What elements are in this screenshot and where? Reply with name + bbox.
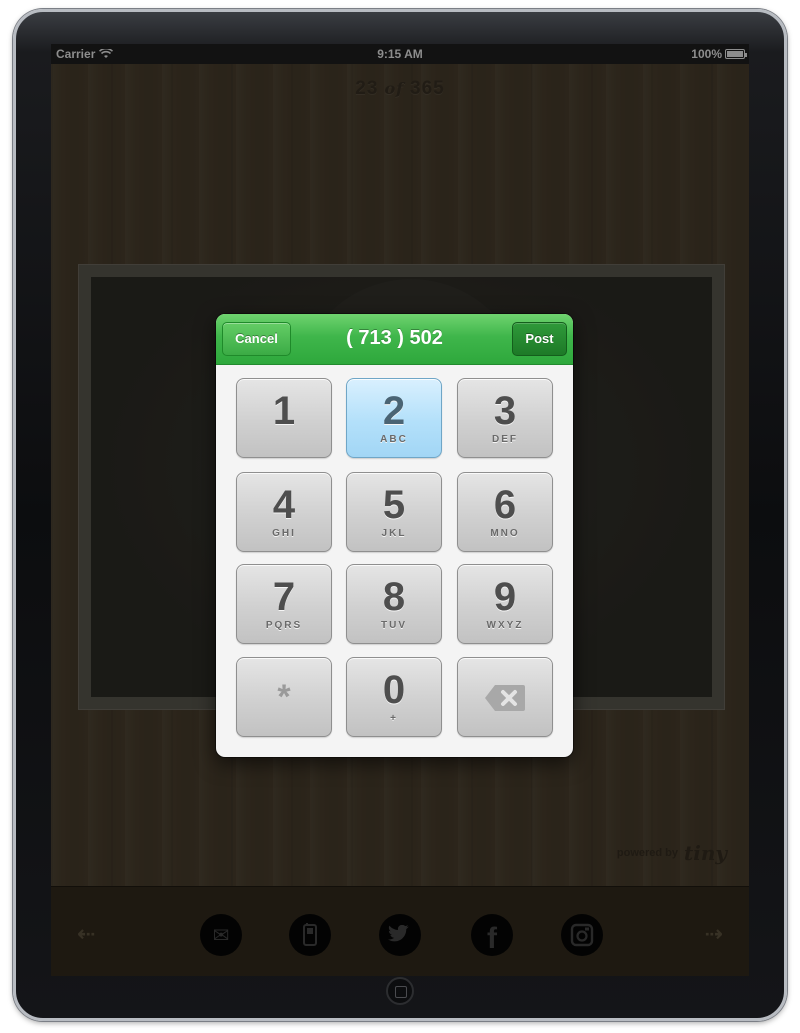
post-button[interactable]: Post [512, 322, 567, 356]
key-letters: WXYZ [486, 620, 524, 631]
key-star[interactable]: * [236, 657, 332, 737]
key-letters: DEF [492, 434, 518, 445]
phone-entry-dialog: Cancel ( 713 ) 502 Post 1 2 ABC 3 DEF 4 … [216, 314, 573, 757]
key-3[interactable]: 3 DEF [457, 378, 553, 458]
key-letters: GHI [272, 528, 296, 539]
key-letters: + [390, 713, 398, 724]
home-button[interactable] [386, 977, 414, 1005]
clock: 9:15 AM [377, 47, 423, 61]
key-digit: 8 [382, 575, 406, 619]
key-2[interactable]: 2 ABC [346, 378, 442, 458]
key-letters: PQRS [265, 620, 303, 631]
key-digit: 6 [493, 483, 517, 527]
key-7[interactable]: 7 PQRS [236, 564, 332, 644]
key-5[interactable]: 5 JKL [346, 472, 442, 552]
key-digit: 7 [272, 575, 296, 619]
key-letters: ABC [380, 434, 408, 445]
key-digit: 5 [382, 483, 406, 527]
battery-indicator: 100% [691, 47, 747, 61]
key-9[interactable]: 9 WXYZ [457, 564, 553, 644]
key-digit: 1 [272, 389, 296, 433]
key-digit: 2 [382, 389, 406, 433]
key-symbol: * [277, 678, 291, 716]
delete-icon [485, 685, 525, 711]
battery-percent: 100% [691, 47, 722, 61]
status-bar: Carrier 9:15 AM 100% [51, 44, 749, 64]
key-letters: MNO [490, 528, 520, 539]
key-digit: 4 [272, 483, 296, 527]
key-letters: TUV [381, 620, 407, 631]
key-1[interactable]: 1 [236, 378, 332, 458]
battery-icon [725, 49, 747, 59]
key-digit: 9 [493, 575, 517, 619]
key-8[interactable]: 8 TUV [346, 564, 442, 644]
key-letters: JKL [381, 528, 407, 539]
key-delete[interactable] [457, 657, 553, 737]
key-digit: 0 [382, 668, 406, 712]
key-0[interactable]: 0 + [346, 657, 442, 737]
screen: Carrier 9:15 AM 100% 23 of 365 powered by … [51, 44, 749, 976]
key-6[interactable]: 6 MNO [457, 472, 553, 552]
key-digit: 3 [493, 389, 517, 433]
key-4[interactable]: 4 GHI [236, 472, 332, 552]
dialog-header: Cancel ( 713 ) 502 Post [216, 314, 573, 365]
